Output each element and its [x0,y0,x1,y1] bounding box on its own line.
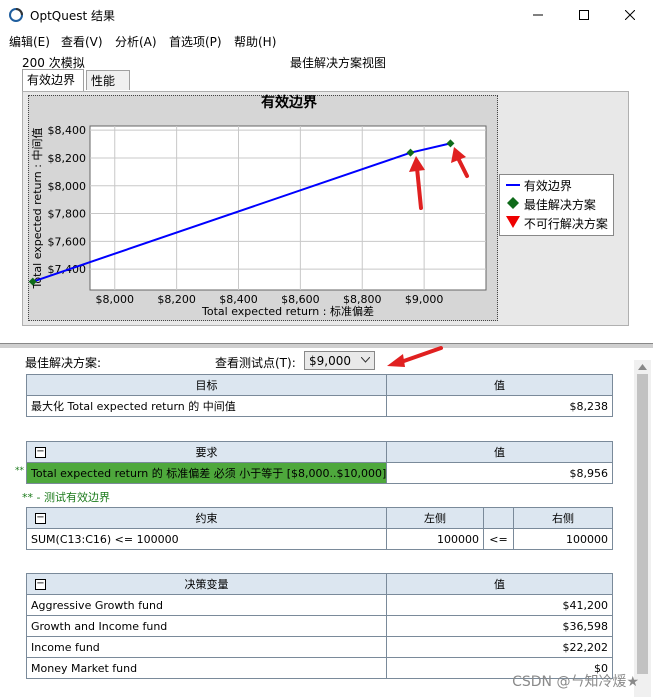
constraints-op-header [483,507,514,529]
requirements-table: − 要求 值 Total expected return 的 标准偏差 必须 小… [26,441,613,484]
table-row[interactable]: SUM(C13:C16) <= 100000 100000 <= 100000 [26,528,613,550]
collapse-icon[interactable]: − [35,579,46,590]
table-row[interactable]: 最大化 Total expected return 的 中间值 $8,238 [26,395,613,417]
decision-name: Money Market fund [26,657,387,679]
legend-item-infeasible: 不可行解决方案 [506,215,608,233]
legend-line-icon [506,184,520,186]
efficient-frontier-chart: 有效边界 $8,000 $8,200 $8,400 $8,600 $8,800 $9,00… [28,94,487,318]
table-row[interactable]: Growth and Income fund $36,598 [26,615,613,637]
decision-value: $41,200 [386,594,613,616]
scrollbar-thumb[interactable] [637,374,648,674]
requirements-value-header: 值 [386,441,613,463]
y-axis-label: Total expected return : 中间值 [31,128,44,290]
objective-header: 目标 [26,374,387,396]
table-row[interactable]: Aggressive Growth fund $41,200 [26,594,613,616]
annotation-arrow-3 [387,346,443,367]
efficient-frontier-note: ** - 测试有效边界 [22,491,110,504]
test-point-select[interactable]: $9,000 [304,351,375,370]
green-diamond-icon [507,197,519,209]
decision-value: $22,202 [386,636,613,658]
table-row[interactable]: Total expected return 的 标准偏差 必须 小于等于 [$8… [26,462,613,484]
decision-value: $36,598 [386,615,613,637]
requirements-header-label: 要求 [195,446,218,459]
requirements-header: − 要求 [26,441,387,463]
best-solution-label: 最佳解决方案: [25,356,102,370]
test-point-label: 查看测试点(T): [215,356,296,370]
constraints-left-header: 左侧 [386,507,484,529]
constraint-left: 100000 [386,528,484,550]
table-row[interactable]: Income fund $22,202 [26,636,613,658]
y-axis-ticks: $7,400$7,600$7,800$8,000$8,200$8,400 [48,124,87,276]
objective-value: $8,238 [386,395,613,417]
scroll-up-icon[interactable] [638,364,647,370]
decision-name: Income fund [26,636,387,658]
requirement-value: $8,956 [386,462,613,484]
requirement-name: Total expected return 的 标准偏差 必须 小于等于 [$8… [26,462,387,484]
collapse-icon[interactable]: − [35,513,46,524]
chevron-down-icon [361,357,370,363]
x-tick-label: $8,200 [157,293,196,306]
x-tick-label: $8,000 [96,293,135,306]
red-triangle-icon [506,216,520,228]
legend-label-best: 最佳解决方案 [523,198,596,212]
constraints-header-label: 约束 [195,512,218,525]
vertical-scrollbar[interactable] [634,360,651,697]
decisions-table: − 决策变量 值 Aggressive Growth fund $41,200 … [26,573,613,679]
objective-table: 目标 值 最大化 Total expected return 的 中间值 $8,… [26,374,613,417]
objective-name: 最大化 Total expected return 的 中间值 [26,395,387,417]
x-tick-label: $9,000 [405,293,444,306]
plot-area [89,125,487,291]
decision-name: Growth and Income fund [26,615,387,637]
chart-legend: 有效边界 最佳解决方案 不可行解决方案 [499,174,614,236]
y-tick-label: $8,200 [48,152,87,165]
y-tick-label: $7,800 [48,208,87,221]
decisions-header-label: 决策变量 [184,578,229,591]
constraint-name: SUM(C13:C16) <= 100000 [26,528,387,550]
legend-item-frontier: 有效边界 [506,177,572,195]
y-tick-label: $8,400 [48,124,87,137]
collapse-icon[interactable]: − [35,447,46,458]
decisions-header: − 决策变量 [26,573,387,595]
decision-name: Aggressive Growth fund [26,594,387,616]
test-point-value: $9,000 [309,354,351,368]
constraints-right-header: 右侧 [513,507,613,529]
y-tick-label: $8,000 [48,180,87,193]
constraint-right: 100000 [513,528,613,550]
constraints-table: − 约束 左侧 右侧 SUM(C13:C16) <= 100000 100000… [26,507,613,550]
chart-title: 有效边界 [261,94,318,111]
legend-label-frontier: 有效边界 [523,179,572,193]
constraints-header: − 约束 [26,507,387,529]
constraint-op: <= [483,528,514,550]
objective-value-header: 值 [386,374,613,396]
requirement-marker: ** [15,466,24,476]
y-tick-label: $7,600 [48,235,87,248]
legend-label-infeasible: 不可行解决方案 [523,217,608,231]
watermark: CSDN @ㄣ知冷煖★ [512,674,639,690]
decisions-value-header: 值 [386,573,613,595]
x-axis-label: Total expected return : 标准偏差 [201,304,374,318]
legend-item-best: 最佳解决方案 [506,196,596,214]
